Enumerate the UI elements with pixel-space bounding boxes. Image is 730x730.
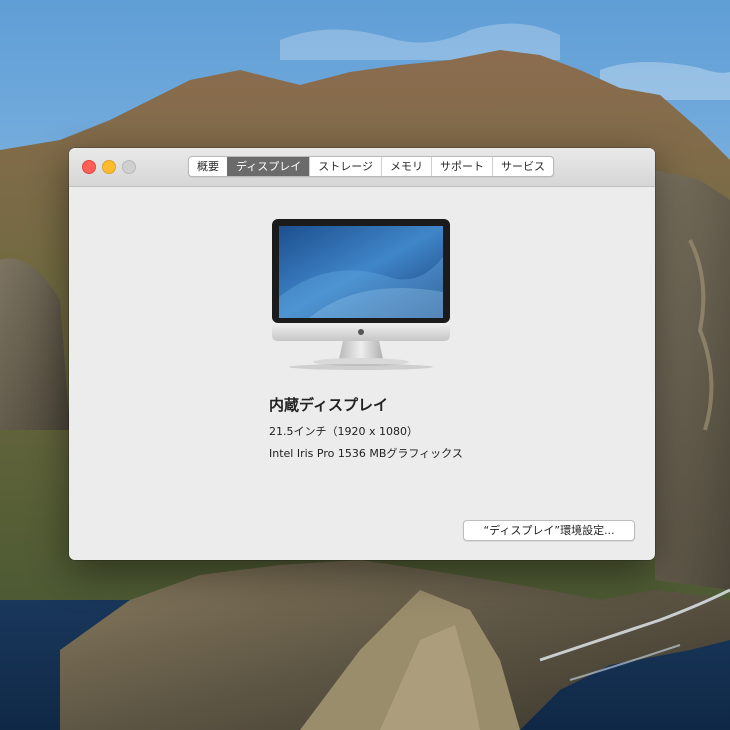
imac-icon <box>272 219 450 370</box>
display-size-resolution: 21.5インチ（1920 x 1080） <box>269 425 418 438</box>
tab-service[interactable]: サービス <box>492 157 553 176</box>
tab-storage[interactable]: ストレージ <box>309 157 381 176</box>
title-bar: 概要 ディスプレイ ストレージ メモリ サポート サービス <box>69 148 655 187</box>
tab-overview[interactable]: 概要 <box>189 157 227 176</box>
graphics-info: Intel Iris Pro 1536 MBグラフィックス <box>269 447 463 460</box>
tab-bar: 概要 ディスプレイ ストレージ メモリ サポート サービス <box>188 156 555 177</box>
minimize-button[interactable] <box>102 160 116 174</box>
zoom-button <box>122 160 136 174</box>
display-title: 内蔵ディスプレイ <box>269 396 388 414</box>
display-preferences-button[interactable]: “ディスプレイ”環境設定... <box>463 520 635 541</box>
tab-display[interactable]: ディスプレイ <box>227 157 310 176</box>
tab-support[interactable]: サポート <box>431 157 492 176</box>
tab-memory[interactable]: メモリ <box>381 157 431 176</box>
display-pane: 内蔵ディスプレイ 21.5インチ（1920 x 1080） Intel Iris… <box>69 187 655 560</box>
close-button[interactable] <box>82 160 96 174</box>
about-this-mac-window: 概要 ディスプレイ ストレージ メモリ サポート サービス 内蔵ディスプレイ 2… <box>69 148 655 560</box>
